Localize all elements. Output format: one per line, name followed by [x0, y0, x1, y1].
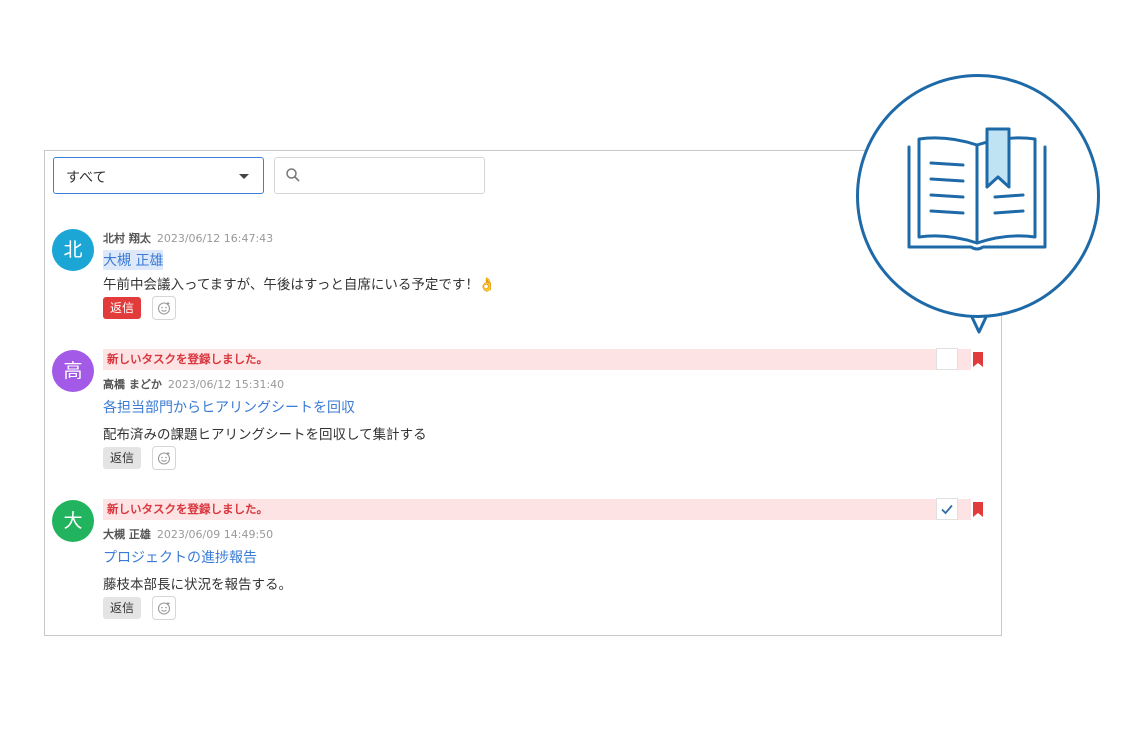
message-title-link[interactable]: 大槻 正雄: [103, 250, 164, 270]
message-title-link[interactable]: 各担当部門からヒアリングシートを回収: [103, 397, 355, 417]
bookmark-icon[interactable]: [973, 352, 983, 367]
bookmark-icon[interactable]: [973, 502, 983, 517]
message-body: 午前中会議入ってますが、午後はすっと自席にいる予定です！👌: [103, 277, 496, 293]
chevron-down-icon: [239, 174, 249, 179]
search-box[interactable]: [274, 157, 485, 194]
author-name: 大槻 正雄: [103, 528, 151, 541]
task-checkbox[interactable]: [936, 498, 958, 520]
open-book-icon: [907, 127, 1047, 251]
avatar: 高: [52, 350, 94, 392]
timestamp: 2023/06/09 14:49:50: [156, 528, 274, 541]
checkmark-icon: [941, 504, 953, 515]
message-meta: 北村 翔太 2023/06/12 16:47:43: [103, 230, 273, 246]
notice-text: 新しいタスクを登録しました。: [107, 502, 268, 516]
notice-banner: 新しいタスクを登録しました。: [103, 499, 971, 520]
message-body: 配布済みの課題ヒアリングシートを回収して集計する: [103, 427, 427, 443]
message-title-link[interactable]: プロジェクトの進捗報告: [103, 547, 257, 567]
smile-icon: [157, 302, 171, 315]
timestamp: 2023/06/12 16:47:43: [156, 232, 274, 245]
reply-button[interactable]: 返信: [103, 447, 142, 469]
reply-button[interactable]: 返信: [103, 297, 142, 319]
reply-button[interactable]: 返信: [103, 597, 142, 619]
smile-icon: [157, 452, 171, 465]
add-reaction-button[interactable]: [152, 596, 176, 620]
filter-select[interactable]: すべて: [53, 157, 264, 194]
smile-icon: [157, 602, 171, 615]
timestamp: 2023/06/12 15:31:40: [167, 378, 285, 391]
callout-bubble: [856, 74, 1100, 318]
search-input[interactable]: [309, 164, 478, 188]
author-name: 北村 翔太: [103, 232, 151, 245]
search-icon: [286, 168, 300, 182]
notice-text: 新しいタスクを登録しました。: [107, 352, 268, 366]
task-checkbox[interactable]: [936, 348, 958, 370]
author-name: 高橋 まどか: [103, 378, 162, 391]
message-body: 藤枝本部長に状況を報告する。: [103, 577, 292, 593]
message-meta: 高橋 まどか 2023/06/12 15:31:40: [103, 376, 284, 392]
message-meta: 大槻 正雄 2023/06/09 14:49:50: [103, 526, 273, 542]
add-reaction-button[interactable]: [152, 296, 176, 320]
avatar: 北: [52, 229, 94, 271]
notice-banner: 新しいタスクを登録しました。: [103, 349, 971, 370]
filter-select-value: すべて: [66, 170, 107, 186]
add-reaction-button[interactable]: [152, 446, 176, 470]
avatar: 大: [52, 500, 94, 542]
